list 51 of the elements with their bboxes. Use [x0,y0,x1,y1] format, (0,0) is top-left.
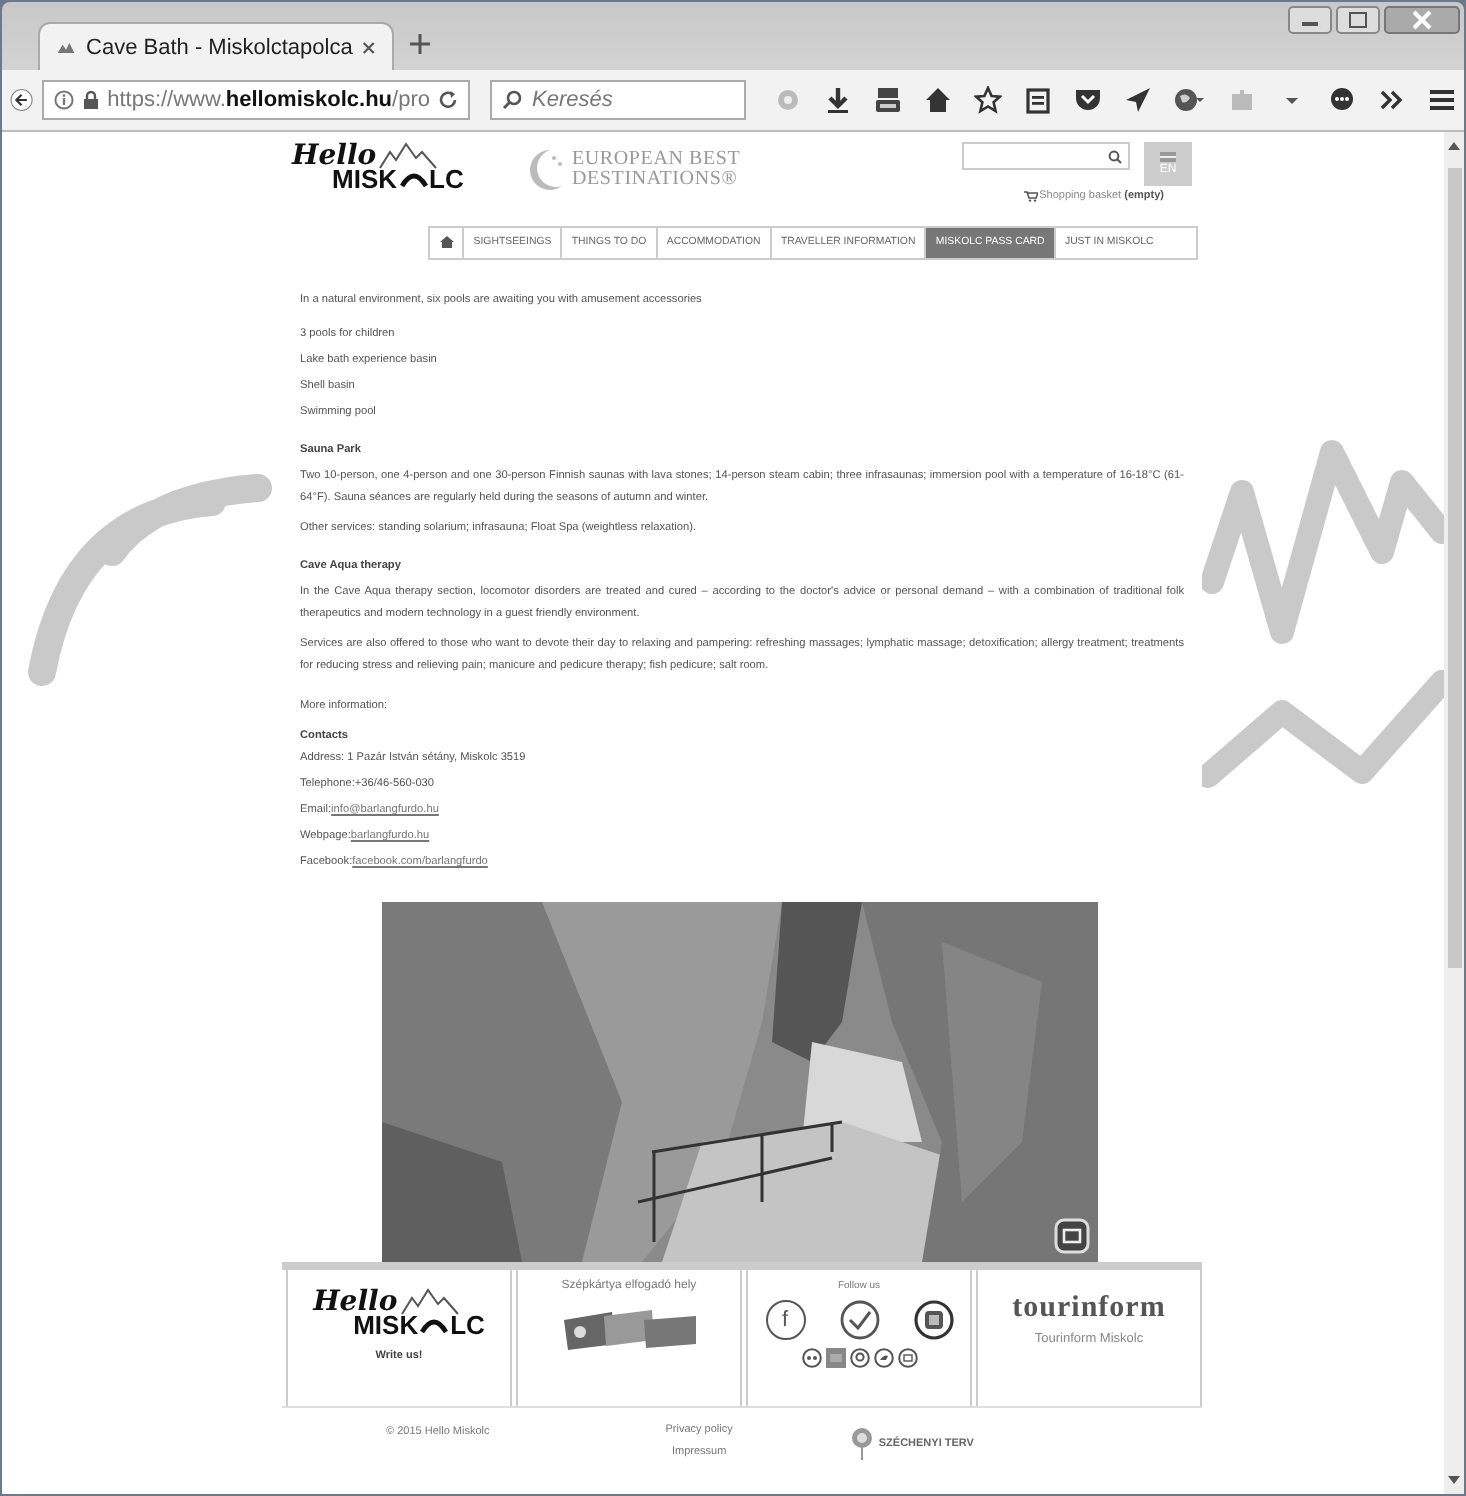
tab-title: Cave Bath - Miskolctapolca [86,35,353,59]
overflow-chevron-icon[interactable] [1378,86,1406,114]
globe-icon[interactable] [1174,86,1206,114]
search-icon [1108,149,1122,163]
home-icon[interactable] [924,86,952,114]
clipboard-icon[interactable] [1024,86,1052,114]
chat-icon[interactable] [1328,86,1356,114]
hello-miskolc-logo[interactable]: Hello MISK LC [292,142,492,194]
maximize-icon[interactable] [1336,6,1380,34]
arc-icon [399,172,427,188]
search-icon [502,90,522,110]
cart-icon [1023,190,1038,202]
lock-icon [81,90,100,110]
map-pin-icon [852,1428,873,1461]
send-icon[interactable] [1124,86,1152,114]
mountain-icon [399,1287,460,1316]
scrollbar[interactable] [1444,132,1464,1494]
favicon-icon [56,37,77,57]
home-icon [439,236,454,249]
reload-icon[interactable] [438,90,458,110]
dots-icon[interactable] [801,1347,821,1368]
url-text: https://www.hellomiskolc.hu/pro [107,88,430,112]
browser-tab[interactable]: Cave Bath - Miskolctapolca [38,22,394,70]
flag-icon [1160,152,1176,162]
close-icon[interactable] [362,39,376,55]
arc-icon [420,1317,449,1334]
fullscreen-icon[interactable] [1054,1217,1090,1254]
download-icon[interactable] [824,86,852,114]
mail-icon[interactable] [897,1347,917,1368]
scroll-thumb[interactable] [1447,168,1461,968]
address-bar[interactable]: https://www.hellomiskolc.hu/pro [41,80,470,120]
star-icon[interactable] [974,86,1002,114]
down-arrow-icon[interactable] [1446,1474,1462,1486]
tourinform-logo[interactable]: tourinform [1012,1291,1166,1326]
search-field[interactable]: Keresés [490,80,746,120]
check-icon[interactable] [839,1299,879,1340]
up-arrow-icon[interactable] [1446,140,1462,152]
pin-icon[interactable] [849,1347,869,1368]
pocket-icon[interactable] [1074,86,1102,114]
search-field[interactable] [962,142,1130,170]
mountain-icon [378,142,439,170]
menu-icon[interactable] [1428,86,1456,114]
info-icon [53,90,74,110]
minimize-icon[interactable] [1288,6,1332,34]
facebook-icon[interactable]: f [765,1299,805,1340]
plus-icon[interactable] [410,34,430,54]
camera-icon[interactable] [913,1299,953,1340]
square-icon[interactable] [825,1347,845,1368]
close-icon[interactable] [1384,6,1460,34]
bird-icon[interactable] [873,1347,893,1368]
hello-miskolc-logo[interactable]: Hello MISK LC [313,1287,485,1340]
